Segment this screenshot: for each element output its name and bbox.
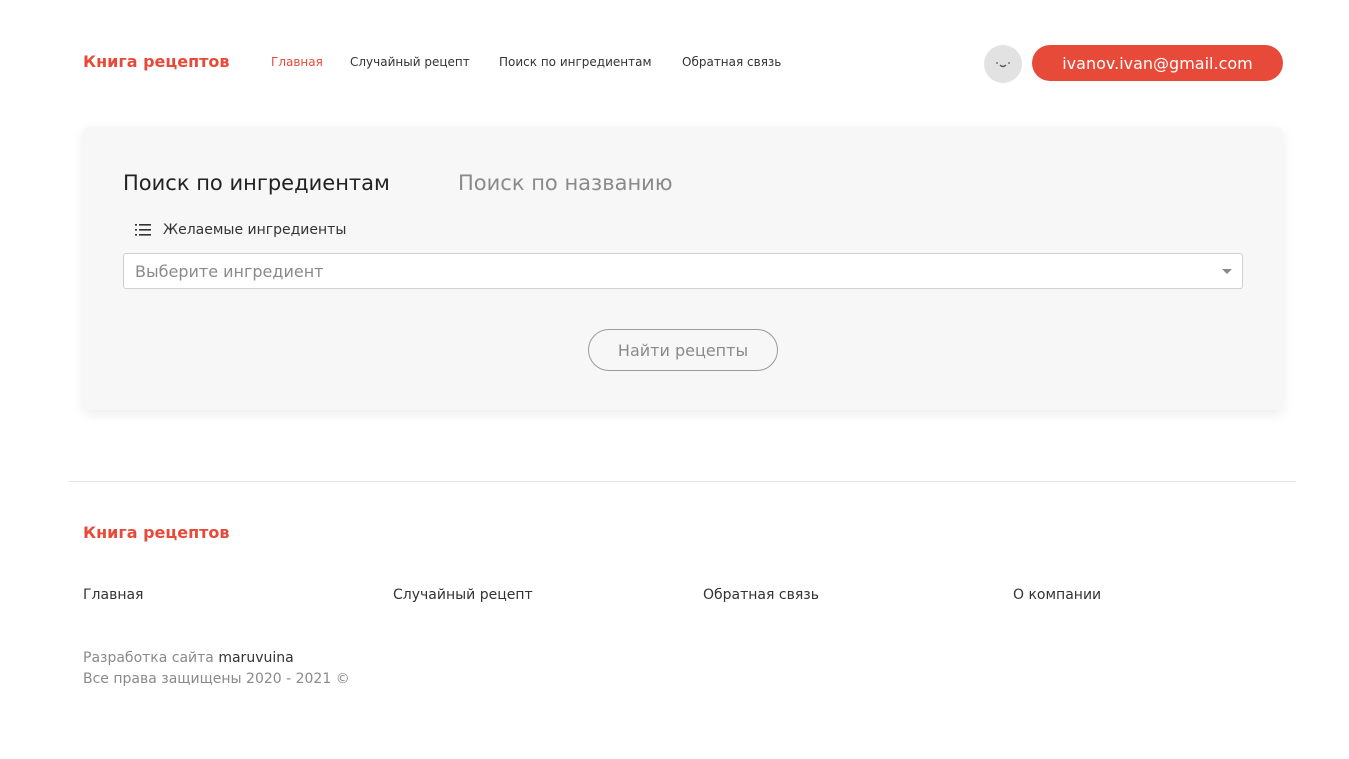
- smiley-face-icon: [996, 62, 1010, 68]
- footer-link-feedback[interactable]: Обратная связь: [703, 587, 819, 603]
- ingredients-field-label: Желаемые ингредиенты: [135, 222, 346, 238]
- tab-name-search[interactable]: Поиск по названию: [458, 171, 673, 195]
- credits-line: Разработка сайта maruvuina: [83, 648, 350, 669]
- footer-link-home[interactable]: Главная: [83, 587, 143, 603]
- ingredients-label-text: Желаемые ингредиенты: [163, 222, 347, 238]
- footer-divider: [69, 481, 1296, 482]
- footer-logo[interactable]: Книга рецептов: [83, 523, 230, 542]
- credits-prefix: Разработка сайта: [83, 650, 214, 666]
- nav-item-random-recipe[interactable]: Случайный рецепт: [350, 55, 470, 69]
- search-card: Поиск по ингредиентам Поиск по названию …: [83, 127, 1283, 410]
- avatar[interactable]: [984, 45, 1022, 83]
- nav-item-home[interactable]: Главная: [271, 55, 323, 69]
- copyright: Все права защищены 2020 - 2021 ©: [83, 671, 350, 687]
- ingredient-select[interactable]: Выберите ингредиент: [123, 253, 1243, 289]
- nav-item-feedback[interactable]: Обратная связь: [682, 55, 781, 69]
- user-account-button[interactable]: ivanov.ivan@gmail.com: [1032, 45, 1283, 81]
- footer-credits: Разработка сайта maruvuina Все права защ…: [83, 648, 350, 690]
- credits-author-link[interactable]: maruvuina: [218, 650, 293, 666]
- nav-item-ingredient-search[interactable]: Поиск по ингредиентам: [499, 55, 652, 69]
- site-logo[interactable]: Книга рецептов: [83, 52, 230, 71]
- ingredient-select-placeholder: Выберите ингредиент: [135, 261, 324, 281]
- chevron-down-icon[interactable]: [1222, 269, 1232, 274]
- footer-link-about[interactable]: О компании: [1013, 587, 1101, 603]
- list-icon: [135, 224, 151, 236]
- footer-link-random-recipe[interactable]: Случайный рецепт: [393, 587, 533, 603]
- site-header: Книга рецептов Главная Случайный рецепт …: [0, 0, 1349, 125]
- tab-ingredient-search[interactable]: Поиск по ингредиентам: [123, 171, 390, 195]
- find-recipes-button[interactable]: Найти рецепты: [588, 329, 778, 371]
